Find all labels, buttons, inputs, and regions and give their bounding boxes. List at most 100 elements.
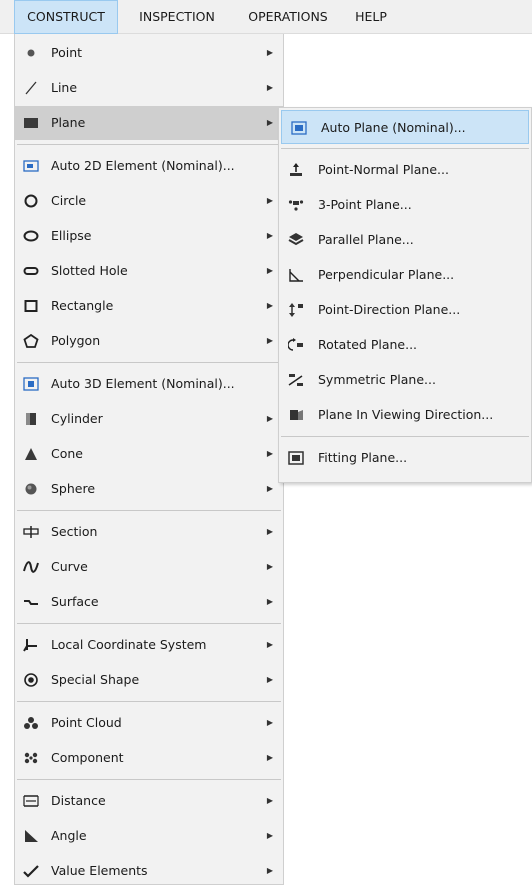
submenu-arrow-icon: ▶ xyxy=(266,118,273,127)
cone-icon xyxy=(23,447,39,461)
surface-icon xyxy=(23,595,39,609)
point-dot-icon xyxy=(23,46,39,60)
menu-item-label: Special Shape xyxy=(51,672,140,687)
menu-item-point[interactable]: Point ▶ xyxy=(15,36,283,70)
menu-item-rectangle[interactable]: Rectangle ▶ xyxy=(15,289,283,323)
submenu-item-auto-plane[interactable]: Auto Plane (Nominal)... xyxy=(281,110,529,144)
menubar: CONSTRUCT INSPECTION OPERATIONS HELP xyxy=(0,0,532,34)
menu-item-label: Distance xyxy=(51,793,106,808)
menu-item-label: Line xyxy=(51,80,78,95)
submenu-item-label: Parallel Plane... xyxy=(318,232,414,247)
menu-item-label: Angle xyxy=(51,828,87,843)
submenu-arrow-icon: ▶ xyxy=(266,336,273,345)
menu-item-cone[interactable]: Cone ▶ xyxy=(15,437,283,471)
submenu-arrow-icon: ▶ xyxy=(266,48,273,57)
submenu-item-3-point-plane[interactable]: 3-Point Plane... xyxy=(279,188,531,222)
menu-item-label: Auto 2D Element (Nominal)... xyxy=(51,158,235,173)
construct-dropdown: Point ▶ Line ▶ Plane ▶ Auto 2D Element (… xyxy=(14,34,284,885)
submenu-item-label: Auto Plane (Nominal)... xyxy=(321,120,466,135)
menu-item-curve[interactable]: Curve ▶ xyxy=(15,550,283,584)
submenu-item-label: Rotated Plane... xyxy=(318,337,418,352)
three-point-plane-icon xyxy=(288,198,304,212)
point-normal-plane-icon xyxy=(288,163,304,177)
coordinate-system-icon xyxy=(23,638,39,652)
menu-item-label: Slotted Hole xyxy=(51,263,128,278)
menu-construct[interactable]: CONSTRUCT xyxy=(14,0,118,34)
menu-item-slotted-hole[interactable]: Slotted Hole ▶ xyxy=(15,254,283,288)
submenu-arrow-icon: ▶ xyxy=(266,831,273,840)
submenu-item-label: 3-Point Plane... xyxy=(318,197,412,212)
submenu-arrow-icon: ▶ xyxy=(266,597,273,606)
menu-item-auto-2d-element[interactable]: Auto 2D Element (Nominal)... xyxy=(15,149,283,183)
submenu-item-perpendicular-plane[interactable]: Perpendicular Plane... xyxy=(279,258,531,292)
viewing-direction-plane-icon xyxy=(288,408,304,422)
submenu-item-rotated-plane[interactable]: Rotated Plane... xyxy=(279,328,531,362)
menu-item-cylinder[interactable]: Cylinder ▶ xyxy=(15,402,283,436)
menu-separator xyxy=(17,701,281,702)
submenu-arrow-icon: ▶ xyxy=(266,562,273,571)
sphere-icon xyxy=(23,482,39,496)
slotted-hole-icon xyxy=(23,264,39,278)
menu-separator xyxy=(281,436,529,437)
menu-item-section[interactable]: Section ▶ xyxy=(15,515,283,549)
cylinder-icon xyxy=(23,412,39,426)
parallel-plane-icon xyxy=(288,233,304,247)
section-icon xyxy=(23,525,39,539)
submenu-item-parallel-plane[interactable]: Parallel Plane... xyxy=(279,223,531,257)
menu-item-component[interactable]: Component ▶ xyxy=(15,741,283,775)
menu-item-ellipse[interactable]: Ellipse ▶ xyxy=(15,219,283,253)
submenu-arrow-icon: ▶ xyxy=(266,796,273,805)
submenu-item-plane-in-viewing-direction[interactable]: Plane In Viewing Direction... xyxy=(279,398,531,432)
menu-item-polygon[interactable]: Polygon ▶ xyxy=(15,324,283,358)
menu-item-auto-3d-element[interactable]: Auto 3D Element (Nominal)... xyxy=(15,367,283,401)
menu-item-value-elements[interactable]: Value Elements ▶ xyxy=(15,854,283,888)
menu-item-special-shape[interactable]: Special Shape ▶ xyxy=(15,663,283,697)
submenu-arrow-icon: ▶ xyxy=(266,414,273,423)
menu-item-plane[interactable]: Plane ▶ xyxy=(15,106,283,140)
plane-icon xyxy=(23,116,39,130)
submenu-item-fitting-plane[interactable]: Fitting Plane... xyxy=(279,441,531,475)
submenu-arrow-icon: ▶ xyxy=(266,266,273,275)
plane-submenu: Auto Plane (Nominal)... Point-Normal Pla… xyxy=(278,107,532,483)
menu-item-label: Cylinder xyxy=(51,411,103,426)
menu-item-label: Local Coordinate System xyxy=(51,637,207,652)
circle-icon xyxy=(23,194,39,208)
menu-item-label: Plane xyxy=(51,115,86,130)
submenu-item-symmetric-plane[interactable]: Symmetric Plane... xyxy=(279,363,531,397)
menu-item-label: Section xyxy=(51,524,98,539)
rotated-plane-icon xyxy=(288,338,304,352)
menu-item-label: Circle xyxy=(51,193,87,208)
menu-operations[interactable]: OPERATIONS xyxy=(234,0,342,34)
submenu-arrow-icon: ▶ xyxy=(266,196,273,205)
menu-item-line[interactable]: Line ▶ xyxy=(15,71,283,105)
submenu-arrow-icon: ▶ xyxy=(266,449,273,458)
auto-3d-element-icon xyxy=(23,377,39,391)
menu-separator xyxy=(17,779,281,780)
menu-item-surface[interactable]: Surface ▶ xyxy=(15,585,283,619)
submenu-item-label: Symmetric Plane... xyxy=(318,372,436,387)
menu-item-label: Value Elements xyxy=(51,863,148,878)
menu-inspection[interactable]: INSPECTION xyxy=(124,0,230,34)
menu-separator xyxy=(17,510,281,511)
submenu-item-point-normal-plane[interactable]: Point-Normal Plane... xyxy=(279,153,531,187)
angle-icon xyxy=(23,829,39,843)
menu-item-angle[interactable]: Angle ▶ xyxy=(15,819,283,853)
submenu-arrow-icon: ▶ xyxy=(266,718,273,727)
menu-separator xyxy=(17,362,281,363)
special-shape-icon xyxy=(23,673,39,687)
menu-item-sphere[interactable]: Sphere ▶ xyxy=(15,472,283,506)
menu-help[interactable]: HELP xyxy=(347,0,395,34)
menu-item-local-coordinate-system[interactable]: Local Coordinate System ▶ xyxy=(15,628,283,662)
submenu-item-point-direction-plane[interactable]: Point-Direction Plane... xyxy=(279,293,531,327)
submenu-arrow-icon: ▶ xyxy=(266,83,273,92)
component-icon xyxy=(23,751,39,765)
menu-item-circle[interactable]: Circle ▶ xyxy=(15,184,283,218)
submenu-arrow-icon: ▶ xyxy=(266,301,273,310)
submenu-item-label: Point-Normal Plane... xyxy=(318,162,449,177)
menu-item-label: Curve xyxy=(51,559,88,574)
auto-plane-icon xyxy=(291,121,307,135)
line-icon xyxy=(23,81,39,95)
menu-item-point-cloud[interactable]: Point Cloud ▶ xyxy=(15,706,283,740)
menu-item-label: Auto 3D Element (Nominal)... xyxy=(51,376,235,391)
menu-item-distance[interactable]: Distance ▶ xyxy=(15,784,283,818)
